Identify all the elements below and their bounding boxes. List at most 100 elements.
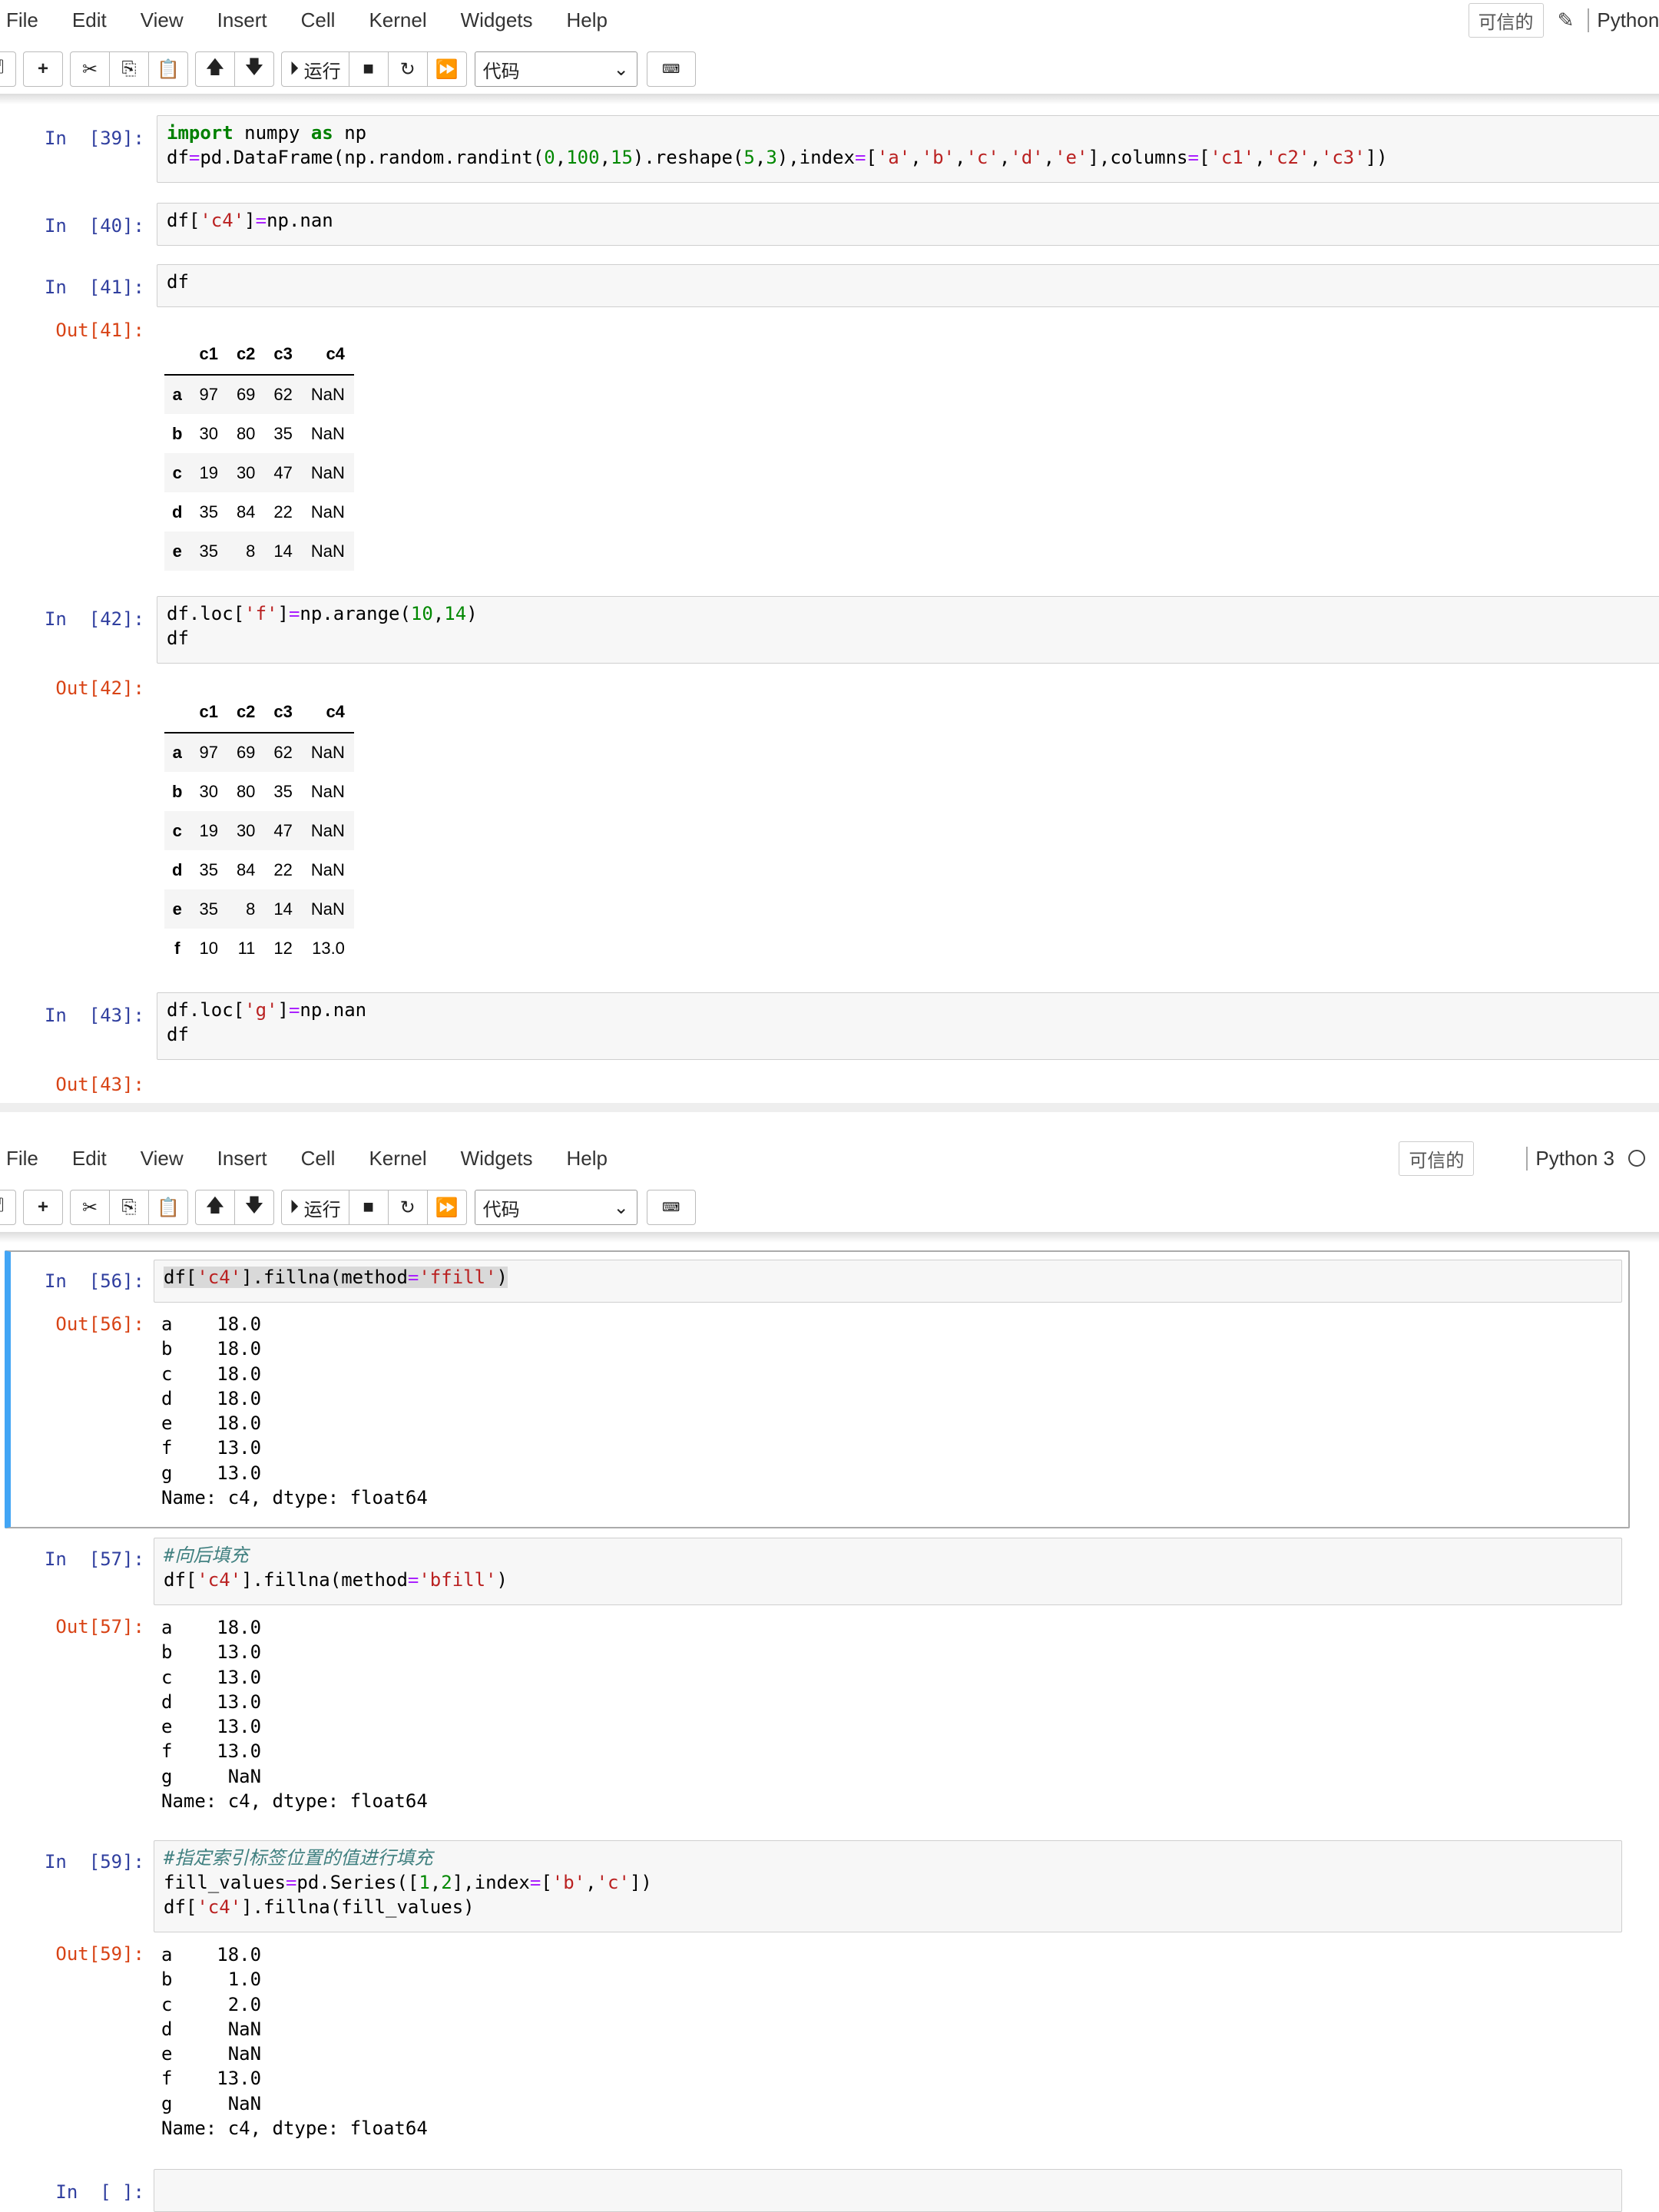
- table-cell: 8: [246, 541, 256, 561]
- input-prompt: In [57]:: [44, 1548, 144, 1570]
- code-cell-42[interactable]: df.loc['f']=np.arange(10,14) df: [157, 596, 1659, 664]
- code-cell-57[interactable]: #向后填充 df['c4'].fillna(method='bfill'): [154, 1538, 1622, 1605]
- menu-help[interactable]: Help: [550, 0, 624, 40]
- stop-icon[interactable]: ■: [348, 51, 389, 87]
- cell-type-value: 代码: [482, 61, 520, 82]
- move-down-icon[interactable]: 🡇: [234, 51, 274, 87]
- restart-run-all-icon[interactable]: ⏩: [426, 51, 467, 87]
- table-cell: 62: [273, 385, 293, 404]
- keyboard-icon[interactable]: ⌨: [646, 51, 696, 87]
- menu-cell[interactable]: Cell: [284, 0, 353, 40]
- toolbar-shadow: [0, 1232, 1659, 1243]
- cut-icon[interactable]: ✂: [70, 1190, 110, 1225]
- row-index: d: [172, 859, 183, 879]
- keyboard-icon[interactable]: ⌨: [646, 1190, 696, 1225]
- kernel-name: Python 3: [1588, 8, 1659, 32]
- code-cell-empty[interactable]: [154, 2169, 1622, 2212]
- stop-icon[interactable]: ■: [348, 1190, 389, 1225]
- row-index: c: [172, 820, 182, 840]
- save-icon[interactable]: 🖫: [0, 1190, 16, 1225]
- insert-cell-button[interactable]: +: [23, 51, 63, 87]
- menu-kernel[interactable]: Kernel: [352, 0, 443, 40]
- table-cell: NaN: [310, 423, 345, 443]
- code-cell-39[interactable]: import numpy as np df=pd.DataFrame(np.ra…: [157, 115, 1659, 183]
- row-index: f: [174, 938, 180, 958]
- code-cell-56[interactable]: df['c4'].fillna(method='ffill'): [154, 1260, 1622, 1303]
- menu-insert[interactable]: Insert: [200, 0, 284, 40]
- table-cell: 84: [236, 502, 256, 522]
- row-index: e: [172, 541, 182, 561]
- menu-edit[interactable]: Edit: [55, 0, 124, 40]
- code-cell-40[interactable]: df['c4']=np.nan: [157, 203, 1659, 246]
- table-cell: 30: [199, 423, 218, 443]
- dataframe-output-41: c1 c2 c3 c4 a 97 69 62 NaN b 30 80 35 NaN c 19 30 47 NaN d 3…: [164, 333, 354, 571]
- menu-edit[interactable]: Edit: [55, 1138, 124, 1178]
- edit-pencil-icon[interactable]: ✎: [1558, 8, 1575, 32]
- cell-type-select[interactable]: 代码 ⌄: [474, 51, 637, 87]
- run-button[interactable]: ⏵ 运行: [281, 51, 349, 87]
- table-cell: 35: [273, 781, 293, 801]
- copy-icon[interactable]: ⎘: [109, 51, 149, 87]
- run-icon: ⏵: [290, 1197, 299, 1217]
- table-cell: NaN: [310, 859, 345, 879]
- restart-icon[interactable]: ↻: [387, 1190, 428, 1225]
- notebook-pane-top: File Edit View Insert Cell Kernel Widget…: [0, 0, 1659, 1104]
- toolbar: 🖫 + ✂ ⎘ 📋 🡅 🡇 ⏵ 运行 ■ ↻ ⏩ 代码 ⌄ ⌨: [0, 46, 1659, 92]
- table-row: f 10 11 12 13.0: [164, 929, 354, 968]
- table-cell: 30: [199, 781, 218, 801]
- series-output-59: a 18.0 b 1.0 c 2.0 d NaN e NaN f 13.0 g …: [161, 1944, 428, 2140]
- menu-widgets[interactable]: Widgets: [444, 1138, 550, 1178]
- cell-type-value: 代码: [482, 1199, 520, 1220]
- copy-icon[interactable]: ⎘: [109, 1190, 149, 1225]
- table-cell: 11: [237, 938, 256, 958]
- menu-file[interactable]: File: [0, 0, 55, 40]
- output-prompt: Out[56]:: [55, 1313, 144, 1335]
- menu-cell[interactable]: Cell: [284, 1138, 353, 1178]
- notebook-pane-bottom: File Edit View Insert Cell Kernel Widget…: [0, 1112, 1659, 2212]
- output-prompt: Out[59]:: [55, 1943, 144, 1965]
- column-header: c1: [190, 333, 227, 376]
- save-icon[interactable]: 🖫: [0, 51, 16, 87]
- table-cell: NaN: [310, 385, 345, 404]
- chevron-down-icon: ⌄: [613, 58, 629, 80]
- code-cell-43[interactable]: df.loc['g']=np.nan df: [157, 992, 1659, 1060]
- column-header: c2: [227, 691, 265, 733]
- table-row: c 19 30 47 NaN: [164, 453, 354, 492]
- trusted-badge[interactable]: 可信的: [1399, 1141, 1475, 1176]
- cut-icon[interactable]: ✂: [70, 51, 110, 87]
- menubar: File Edit View Insert Cell Kernel Widget…: [0, 0, 1659, 40]
- restart-run-all-icon[interactable]: ⏩: [426, 1190, 467, 1225]
- paste-icon[interactable]: 📋: [148, 1190, 188, 1225]
- move-up-icon[interactable]: 🡅: [195, 1190, 235, 1225]
- input-prompt: In [59]:: [44, 1851, 144, 1873]
- table-cell: NaN: [310, 820, 345, 840]
- insert-cell-button[interactable]: +: [23, 1190, 63, 1225]
- paste-icon[interactable]: 📋: [148, 51, 188, 87]
- dataframe-output-42: c1 c2 c3 c4 a 97 69 62 NaN b 30 80 35 NaN c 19 30 47 NaN d 3…: [164, 691, 354, 968]
- column-header: c1: [190, 691, 227, 733]
- cell-type-select[interactable]: 代码 ⌄: [474, 1190, 637, 1225]
- menu-view[interactable]: View: [124, 0, 200, 40]
- table-cell: 35: [199, 541, 218, 561]
- menu-help[interactable]: Help: [550, 1138, 624, 1178]
- menu-file[interactable]: File: [0, 1138, 55, 1178]
- code-cell-59[interactable]: #指定索引标签位置的值进行填充 fill_values=pd.Series([1…: [154, 1840, 1622, 1932]
- trusted-badge[interactable]: 可信的: [1468, 2, 1544, 38]
- column-header: c3: [264, 333, 302, 376]
- kernel-name: Python 3: [1526, 1146, 1614, 1171]
- move-down-icon[interactable]: 🡇: [234, 1190, 274, 1225]
- run-button[interactable]: ⏵ 运行: [281, 1190, 349, 1225]
- toolbar: 🖫 + ✂ ⎘ 📋 🡅 🡇 ⏵ 运行 ■ ↻ ⏩ 代码 ⌄ ⌨: [0, 1184, 1659, 1230]
- table-cell: 69: [236, 385, 256, 404]
- move-up-icon[interactable]: 🡅: [195, 51, 235, 87]
- table-cell: NaN: [310, 462, 345, 482]
- code-cell-41[interactable]: df: [157, 264, 1659, 307]
- menu-kernel[interactable]: Kernel: [352, 1138, 443, 1178]
- restart-icon[interactable]: ↻: [387, 51, 428, 87]
- series-output-57: a 18.0 b 13.0 c 13.0 d 13.0 e 13.0 f 13.…: [161, 1617, 428, 1813]
- menu-insert[interactable]: Insert: [200, 1138, 284, 1178]
- menu-widgets[interactable]: Widgets: [444, 0, 550, 40]
- row-index: c: [172, 462, 182, 482]
- row-index: e: [172, 899, 182, 919]
- menu-view[interactable]: View: [124, 1138, 200, 1178]
